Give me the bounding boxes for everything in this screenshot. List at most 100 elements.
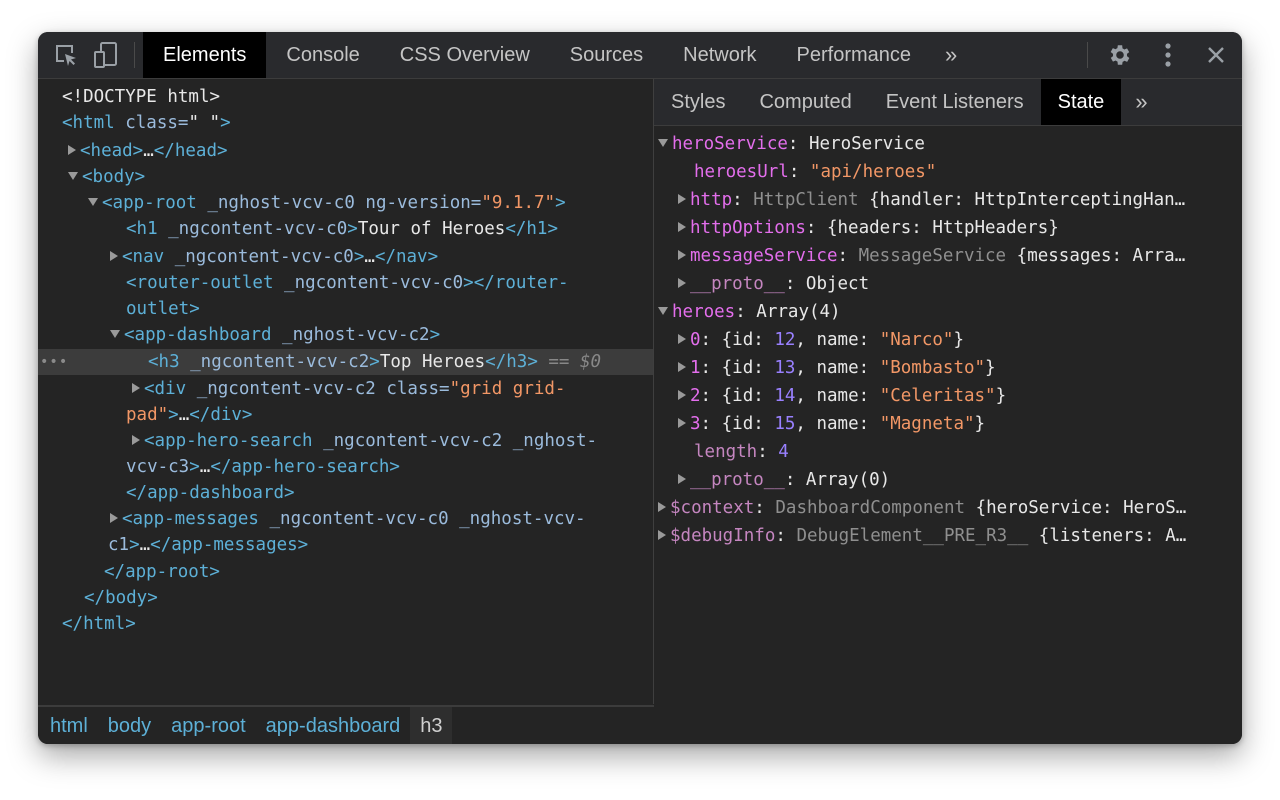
collapse-triangle-icon[interactable]: [110, 329, 120, 338]
dom-node-head[interactable]: <head>…</head>: [38, 138, 653, 164]
collapse-triangle-icon[interactable]: [658, 138, 668, 147]
tab-network[interactable]: Network: [663, 32, 776, 78]
expand-triangle-icon[interactable]: [68, 144, 76, 155]
tag-name: <h1: [126, 219, 158, 239]
dom-node-app-root[interactable]: <app-root _nghost-vcv-c0 ng-version="9.1…: [38, 190, 653, 216]
state-http[interactable]: http: HttpClient {handler: HttpIntercept…: [654, 186, 1242, 214]
state-heroes[interactable]: heroes: Array(4): [654, 298, 1242, 326]
toolbar-divider: [134, 42, 135, 68]
settings-button[interactable]: [1096, 32, 1144, 78]
breadcrumb-body[interactable]: body: [98, 707, 161, 744]
attr-value: pad": [126, 405, 169, 425]
ellipsis[interactable]: …: [179, 405, 190, 425]
breadcrumb-html[interactable]: html: [40, 707, 98, 744]
dom-node-app-dashboard-close[interactable]: </app-dashboard>: [38, 480, 653, 506]
tag-name: <body>: [82, 167, 146, 187]
dom-node-nav[interactable]: <nav _ngcontent-vcv-c0>…</nav>: [38, 244, 653, 270]
dom-node-app-hero-search-wrap[interactable]: vcv-c3>…</app-hero-search>: [38, 454, 653, 480]
state-debugInfo[interactable]: $debugInfo: DebugElement__PRE_R3__ {list…: [654, 522, 1242, 550]
expand-triangle-icon[interactable]: [678, 473, 686, 484]
closing-tag: </app-messages>: [150, 535, 309, 555]
ellipsis[interactable]: …: [143, 141, 154, 161]
dom-node-h1[interactable]: <h1 _ngcontent-vcv-c0>Tour of Heroes</h1…: [38, 216, 653, 242]
dom-node-body[interactable]: <body>: [38, 164, 653, 190]
tab-css-overview[interactable]: CSS Overview: [380, 32, 550, 78]
more-side-tabs-button[interactable]: »: [1121, 79, 1161, 125]
more-options-button[interactable]: [1144, 32, 1192, 78]
ellipsis[interactable]: …: [200, 457, 211, 477]
expand-triangle-icon[interactable]: [110, 512, 118, 523]
hero-index: 3: [690, 414, 701, 434]
state-httpOptions[interactable]: httpOptions: {headers: HttpHeaders}: [654, 214, 1242, 242]
state-hero-item[interactable]: 0: {id: 12, name: "Narco"}: [654, 326, 1242, 354]
state-proto-array[interactable]: __proto__: Array(0): [654, 466, 1242, 494]
expand-triangle-icon[interactable]: [658, 529, 666, 540]
dom-node-h3-selected[interactable]: ••• <h3 _ngcontent-vcv-c2>Top Heroes</h3>…: [38, 349, 653, 375]
dom-node-app-messages-wrap[interactable]: c1>…</app-messages>: [38, 532, 653, 558]
expand-triangle-icon[interactable]: [678, 221, 686, 232]
state-hero-item[interactable]: 2: {id: 14, name: "Celeritas"}: [654, 382, 1242, 410]
breadcrumb-h3[interactable]: h3: [410, 707, 453, 744]
ellipsis[interactable]: …: [364, 247, 375, 267]
collapse-triangle-icon[interactable]: [658, 306, 668, 315]
breadcrumb-app-root[interactable]: app-root: [161, 707, 256, 744]
tag-bracket: >: [189, 457, 200, 477]
expand-triangle-icon[interactable]: [110, 250, 118, 261]
gutter-dots[interactable]: •••: [40, 349, 68, 375]
expand-triangle-icon[interactable]: [678, 249, 686, 260]
expand-triangle-icon[interactable]: [678, 361, 686, 372]
tab-sources[interactable]: Sources: [550, 32, 663, 78]
dom-node-app-hero-search[interactable]: <app-hero-search _ngcontent-vcv-c2 _ngho…: [38, 428, 653, 454]
expand-triangle-icon[interactable]: [678, 193, 686, 204]
tab-computed[interactable]: Computed: [742, 79, 868, 125]
inspect-element-button[interactable]: [46, 32, 86, 78]
dom-node-app-messages[interactable]: <app-messages _ngcontent-vcv-c0 _nghost-…: [38, 506, 653, 532]
dom-node-div-grid-wrap[interactable]: pad">…</div>: [38, 402, 653, 428]
tab-event-listeners[interactable]: Event Listeners: [869, 79, 1041, 125]
tag-name: <head>: [80, 141, 144, 161]
dom-node-app-dashboard[interactable]: <app-dashboard _nghost-vcv-c2>: [38, 322, 653, 348]
tab-state[interactable]: State: [1040, 79, 1122, 125]
dom-node-app-root-close[interactable]: </app-root>: [38, 559, 653, 585]
state-heroesUrl[interactable]: heroesUrl: "api/heroes": [654, 158, 1242, 186]
closing-tag: outlet>: [126, 299, 200, 319]
state-length[interactable]: length: 4: [654, 438, 1242, 466]
dom-node-body-close[interactable]: </body>: [38, 585, 653, 611]
hero-name: "Magneta": [879, 414, 975, 434]
tab-performance[interactable]: Performance: [777, 32, 932, 78]
close-devtools-button[interactable]: [1192, 32, 1240, 78]
attr-names: _ngcontent-vcv-c0: [157, 219, 348, 239]
dom-node-div-grid[interactable]: <div _ngcontent-vcv-c2 class="grid grid-: [38, 376, 653, 402]
expand-triangle-icon[interactable]: [658, 501, 666, 512]
dom-node-router-outlet[interactable]: <router-outlet _ngcontent-vcv-c0></route…: [38, 270, 653, 296]
state-hero-item[interactable]: 1: {id: 13, name: "Bombasto"}: [654, 354, 1242, 382]
ellipsis[interactable]: …: [140, 535, 151, 555]
closing-tag: </head>: [153, 141, 228, 161]
text-node: Top Heroes: [379, 352, 486, 372]
state-heroService[interactable]: heroService: HeroService: [654, 130, 1242, 158]
state-hero-item[interactable]: 3: {id: 15, name: "Magneta"}: [654, 410, 1242, 438]
tab-console[interactable]: Console: [266, 32, 379, 78]
expand-triangle-icon[interactable]: [678, 333, 686, 344]
state-messageService[interactable]: messageService: MessageService {messages…: [654, 242, 1242, 270]
expand-triangle-icon[interactable]: [132, 382, 140, 393]
collapse-triangle-icon[interactable]: [88, 197, 98, 206]
expand-triangle-icon[interactable]: [132, 434, 140, 445]
device-toolbar-button[interactable]: [86, 32, 126, 78]
expand-triangle-icon[interactable]: [678, 389, 686, 400]
dom-node-html-close[interactable]: </html>: [38, 611, 653, 637]
more-tabs-button[interactable]: »: [931, 32, 971, 78]
dom-node-html[interactable]: <html class=" ">: [38, 110, 653, 136]
expand-triangle-icon[interactable]: [678, 277, 686, 288]
state-context[interactable]: $context: DashboardComponent {heroServic…: [654, 494, 1242, 522]
state-proto-object[interactable]: __proto__: Object: [654, 270, 1242, 298]
dom-node-router-outlet-wrap[interactable]: outlet>: [38, 296, 653, 322]
collapse-triangle-icon[interactable]: [68, 171, 78, 180]
breadcrumb-app-dashboard[interactable]: app-dashboard: [256, 707, 411, 744]
hero-name: "Celeritas": [879, 386, 996, 406]
dom-node-doctype[interactable]: <!DOCTYPE html>: [38, 84, 653, 110]
tab-elements[interactable]: Elements: [143, 32, 267, 78]
tab-styles[interactable]: Styles: [654, 79, 742, 125]
closing-tag: </h3>: [485, 352, 538, 372]
expand-triangle-icon[interactable]: [678, 417, 686, 428]
